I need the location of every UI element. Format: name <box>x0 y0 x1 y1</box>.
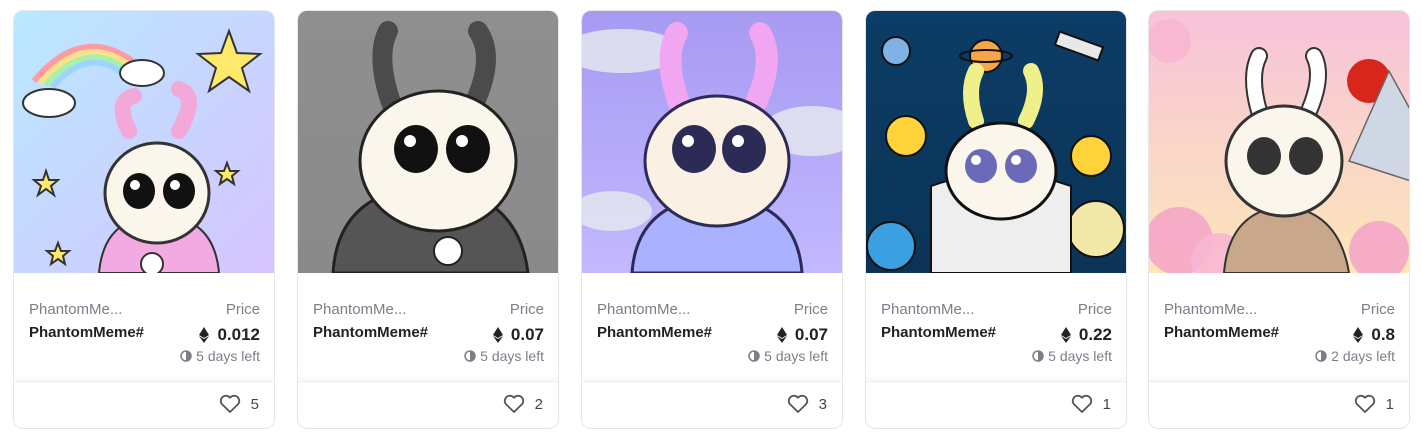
price-label: Price <box>509 301 544 318</box>
like-button[interactable]: 1 <box>1071 394 1111 414</box>
nft-artwork-image[interactable] <box>298 11 558 273</box>
time-left-text: 5 days left <box>480 348 544 364</box>
price-label: Price <box>225 301 260 318</box>
price-row: 0.07 <box>492 324 544 346</box>
price-value: 0.07 <box>794 325 828 344</box>
nft-card[interactable]: PhantomMe... PhantomMeme# Price 0.07 5 d… <box>581 10 843 429</box>
like-button[interactable]: 3 <box>787 394 827 414</box>
time-left: 2 days left <box>1315 348 1395 364</box>
heart-icon[interactable] <box>503 394 525 414</box>
nft-name[interactable]: PhantomMeme# <box>597 324 715 341</box>
nft-name[interactable]: PhantomMeme# <box>29 324 147 341</box>
time-left-text: 5 days left <box>196 348 260 364</box>
time-left-text: 2 days left <box>1331 348 1395 364</box>
nft-artwork-image[interactable] <box>14 11 274 273</box>
card-footer: 5 <box>14 381 274 428</box>
ethereum-icon <box>492 327 503 343</box>
clock-icon <box>180 350 192 362</box>
nft-card[interactable]: PhantomMe... PhantomMeme# Price 0.22 5 d… <box>865 10 1127 429</box>
ethereum-icon <box>199 327 210 343</box>
card-footer: 1 <box>866 381 1126 428</box>
price-label: Price <box>1360 301 1395 318</box>
card-footer: 1 <box>1149 381 1409 428</box>
card-info: PhantomMe... PhantomMeme# Price 0.07 5 d… <box>298 273 558 389</box>
nft-card-grid: PhantomMe... PhantomMeme# Price 0.012 5 … <box>0 0 1422 441</box>
card-footer: 3 <box>582 381 842 428</box>
collection-name[interactable]: PhantomMe... <box>881 301 991 318</box>
clock-icon <box>464 350 476 362</box>
heart-icon[interactable] <box>1071 394 1093 414</box>
price-row: 0.012 <box>199 324 260 346</box>
price-label: Price <box>1077 301 1112 318</box>
clock-icon <box>748 350 760 362</box>
collection-name[interactable]: PhantomMe... <box>29 301 139 318</box>
nft-name[interactable]: PhantomMeme# <box>881 324 999 341</box>
price-value: 0.22 <box>1078 325 1112 344</box>
nft-artwork-image[interactable] <box>582 11 842 273</box>
time-left-text: 5 days left <box>764 348 828 364</box>
price-value: 0.012 <box>217 325 260 344</box>
time-left-text: 5 days left <box>1048 348 1112 364</box>
like-button[interactable]: 2 <box>503 394 543 414</box>
like-count: 1 <box>1102 395 1111 413</box>
card-info: PhantomMe... PhantomMeme# Price 0.07 5 d… <box>582 273 842 389</box>
card-info: PhantomMe... PhantomMeme# Price 0.22 5 d… <box>866 273 1126 389</box>
nft-artwork-image[interactable] <box>866 11 1126 273</box>
nft-artwork-image[interactable] <box>1149 11 1409 273</box>
like-button[interactable]: 1 <box>1354 394 1394 414</box>
time-left: 5 days left <box>180 348 260 364</box>
time-left: 5 days left <box>748 348 828 364</box>
nft-card[interactable]: PhantomMe... PhantomMeme# Price 0.012 5 … <box>13 10 275 429</box>
collection-name[interactable]: PhantomMe... <box>597 301 707 318</box>
price-row: 0.07 <box>776 324 828 346</box>
like-count: 2 <box>534 395 543 413</box>
like-button[interactable]: 5 <box>219 394 259 414</box>
price-row: 0.22 <box>1060 324 1112 346</box>
collection-name[interactable]: PhantomMe... <box>313 301 423 318</box>
price-label: Price <box>793 301 828 318</box>
clock-icon <box>1032 350 1044 362</box>
card-info: PhantomMe... PhantomMeme# Price 0.012 5 … <box>14 273 274 389</box>
ethereum-icon <box>776 327 787 343</box>
nft-card[interactable]: PhantomMe... PhantomMeme# Price 0.8 2 da… <box>1148 10 1410 429</box>
time-left: 5 days left <box>464 348 544 364</box>
price-value: 0.07 <box>510 325 544 344</box>
heart-icon[interactable] <box>219 394 241 414</box>
like-count: 1 <box>1385 395 1394 413</box>
price-value: 0.8 <box>1371 325 1395 344</box>
ethereum-icon <box>1353 327 1364 343</box>
nft-name[interactable]: PhantomMeme# <box>1164 324 1282 341</box>
heart-icon[interactable] <box>787 394 809 414</box>
price-row: 0.8 <box>1353 324 1395 346</box>
time-left: 5 days left <box>1032 348 1112 364</box>
heart-icon[interactable] <box>1354 394 1376 414</box>
collection-name[interactable]: PhantomMe... <box>1164 301 1274 318</box>
card-footer: 2 <box>298 381 558 428</box>
nft-card[interactable]: PhantomMe... PhantomMeme# Price 0.07 5 d… <box>297 10 559 429</box>
like-count: 3 <box>818 395 827 413</box>
like-count: 5 <box>250 395 259 413</box>
card-info: PhantomMe... PhantomMeme# Price 0.8 2 da… <box>1149 273 1409 389</box>
clock-icon <box>1315 350 1327 362</box>
ethereum-icon <box>1060 327 1071 343</box>
nft-name[interactable]: PhantomMeme# <box>313 324 431 341</box>
